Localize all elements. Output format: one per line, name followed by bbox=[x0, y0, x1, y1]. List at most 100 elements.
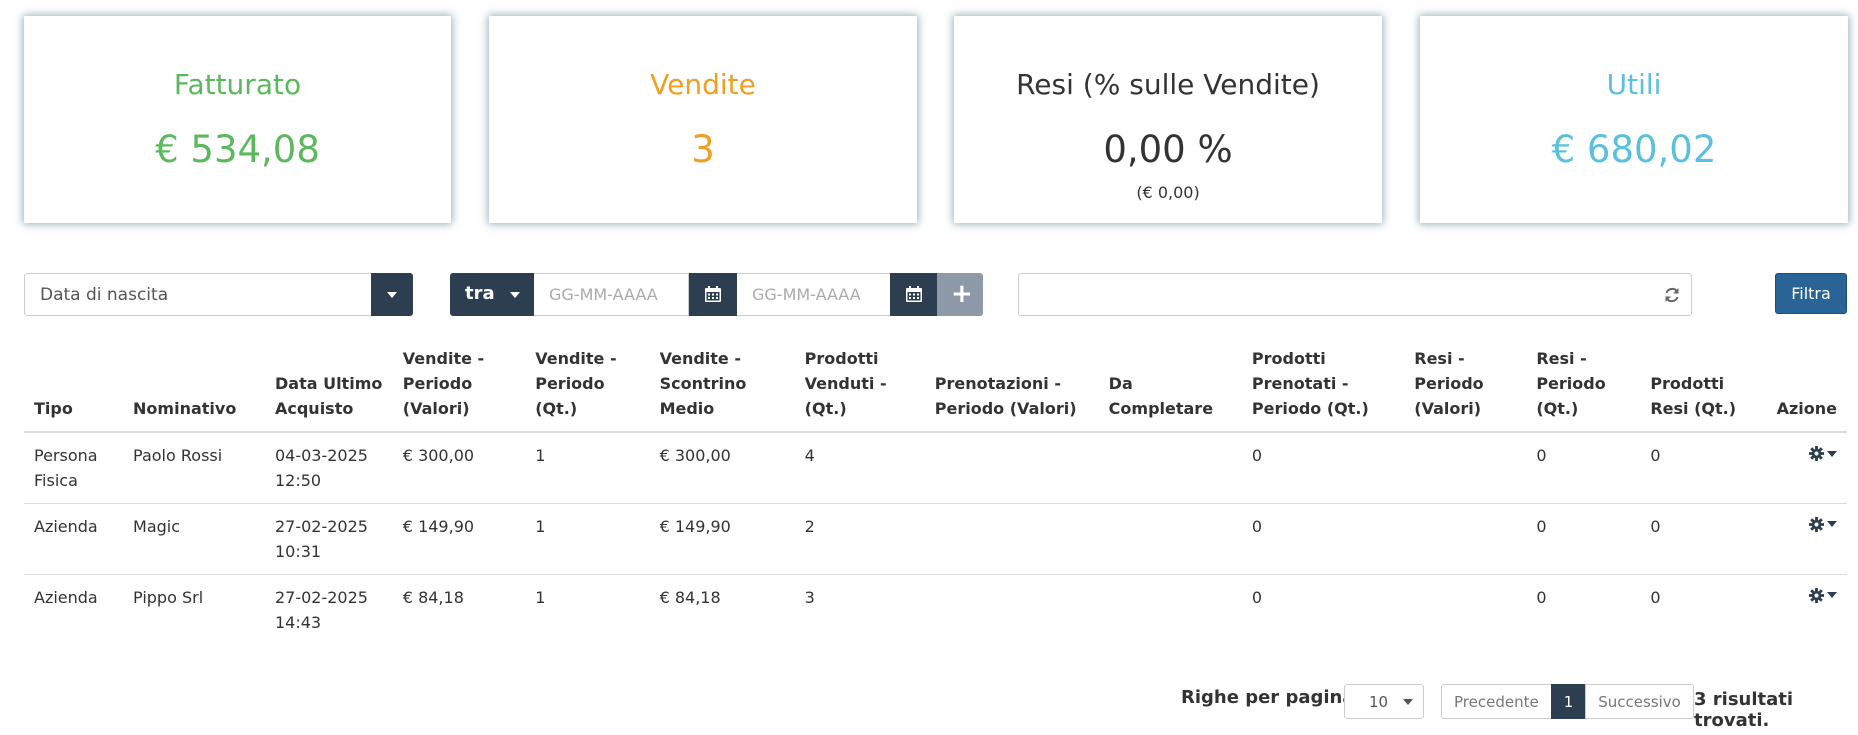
add-filter-button[interactable]: + bbox=[937, 273, 983, 316]
column-header-line: Resi (Qt.) bbox=[1650, 399, 1737, 418]
cell-prod-prenotati: 0 bbox=[1251, 587, 1263, 607]
gear-icon bbox=[1809, 446, 1824, 461]
cell-tipo: Azienda bbox=[24, 503, 124, 575]
cell-nominativo: Magic bbox=[123, 503, 265, 575]
cell-scontrino: € 84,18 bbox=[659, 587, 721, 607]
row-actions-dropdown[interactable] bbox=[1809, 446, 1837, 461]
column-header-line: Nominativo bbox=[133, 399, 237, 418]
kpi-card-resi: Resi (% sulle Vendite) 0,00 % (€ 0,00) bbox=[954, 16, 1382, 223]
column-header-line: Vendite - bbox=[535, 349, 617, 368]
row-actions-dropdown[interactable] bbox=[1809, 516, 1837, 532]
cell-prod-prenotati: 0 bbox=[1241, 432, 1405, 504]
column-header-line: Acquisto bbox=[274, 399, 354, 418]
cell-resi-valori bbox=[1404, 503, 1527, 575]
date-from-calendar-button[interactable] bbox=[689, 273, 737, 316]
column-header-line: Periodo bbox=[1536, 374, 1606, 393]
rows-per-page-label: Righe per pagina bbox=[1181, 687, 1355, 708]
cell-da-completare bbox=[1099, 574, 1242, 645]
column-header-line: Vendite - bbox=[402, 349, 485, 368]
kpi-card-utili: Utili € 680,02 bbox=[1420, 16, 1848, 223]
kpi-card-fatturato: Fatturato € 534,08 bbox=[24, 16, 451, 223]
column-header: Prenotazioni - Periodo (Valori) bbox=[924, 346, 1099, 433]
filter-field-value: Data di nascita bbox=[40, 285, 169, 305]
column-header-line: Data Ultimo bbox=[274, 374, 383, 393]
date-from-input[interactable] bbox=[534, 273, 689, 316]
gear-icon bbox=[1809, 587, 1824, 603]
row-actions-dropdown[interactable] bbox=[1809, 587, 1837, 603]
cell-resi-qt: 0 bbox=[1536, 587, 1547, 607]
page-1-button[interactable]: 1 bbox=[1550, 684, 1587, 719]
column-header-line: Periodo (Valori) bbox=[934, 399, 1077, 418]
cell-line: Persona bbox=[34, 446, 98, 465]
cell-nominativo: Pippo Srl bbox=[133, 587, 204, 607]
column-header: Vendite - Periodo (Qt.) bbox=[525, 346, 650, 433]
column-header-line: Periodo bbox=[535, 374, 605, 393]
results-count: 3 risultati trovati. bbox=[1694, 689, 1794, 731]
column-header-line: Prodotti bbox=[804, 349, 879, 368]
calendar-icon bbox=[906, 286, 922, 302]
column-header-line: Prodotti bbox=[1650, 374, 1725, 393]
cell-prenotazioni bbox=[925, 574, 1099, 645]
kpi-title: Vendite bbox=[650, 68, 756, 101]
kpi-card-vendite: Vendite 3 bbox=[489, 16, 917, 223]
cell-line: Fisica bbox=[34, 471, 78, 490]
caret-down-icon bbox=[1827, 521, 1837, 527]
column-header: Prodotti Venduti - (Qt.) bbox=[794, 346, 925, 433]
date-to-calendar-button[interactable] bbox=[890, 273, 938, 316]
rows-per-page-select[interactable]: 10 bbox=[1344, 684, 1424, 719]
rows-per-page-value: 10 bbox=[1369, 693, 1389, 711]
cell-vend-qt: 1 bbox=[535, 587, 546, 607]
next-page-button[interactable]: Successivo bbox=[1585, 684, 1694, 719]
cell-line: 27-02-2025 bbox=[274, 587, 368, 607]
cell-nominativo: Paolo Rossi bbox=[123, 432, 265, 504]
prev-page-button[interactable]: Precedente bbox=[1441, 684, 1552, 719]
gear-icon bbox=[1809, 516, 1824, 532]
search-input[interactable] bbox=[1018, 273, 1692, 316]
column-header-line: Completare bbox=[1108, 399, 1214, 418]
column-header-line: Da bbox=[1108, 374, 1133, 393]
column-header: Resi - Periodo (Qt.) bbox=[1526, 346, 1641, 433]
kpi-title: Fatturato bbox=[173, 68, 302, 101]
column-header: Vendite - Scontrino Medio bbox=[649, 346, 795, 433]
cell-vend-qt: 1 bbox=[525, 503, 650, 575]
chevron-down-icon bbox=[1403, 699, 1413, 705]
filter-button[interactable]: Filtra bbox=[1775, 273, 1847, 314]
cell-prod-resi: 0 bbox=[1650, 587, 1661, 607]
caret-down-icon bbox=[1827, 592, 1837, 598]
operator-label: tra bbox=[465, 283, 495, 304]
filter-field-select[interactable]: Data di nascita bbox=[24, 273, 413, 316]
cell-vend-valori: € 149,90 bbox=[392, 503, 526, 575]
cell-action bbox=[1754, 574, 1847, 645]
cell-line: 10:31 bbox=[274, 541, 322, 561]
cell-scontrino: € 149,90 bbox=[649, 503, 795, 575]
date-to-input[interactable] bbox=[737, 273, 892, 316]
table-row: Azienda Magic 27-02-2025 10:31 € 149,90 1 € 14… bbox=[24, 503, 1847, 575]
cell-tipo: Azienda bbox=[24, 574, 123, 645]
column-header-line: Resi - bbox=[1414, 349, 1465, 368]
column-header-line: Periodo bbox=[402, 374, 473, 393]
operator-dropdown-button[interactable]: tra bbox=[450, 273, 534, 316]
column-header: Azione bbox=[1754, 346, 1847, 433]
column-header-line: (Qt.) bbox=[535, 399, 578, 418]
column-header: Resi - Periodo (Valori) bbox=[1404, 346, 1527, 433]
column-header: Da Completare bbox=[1098, 346, 1242, 433]
kpi-value: 3 bbox=[691, 128, 715, 171]
kpi-value: € 534,08 bbox=[155, 128, 320, 171]
filter-field-dropdown-button[interactable] bbox=[371, 273, 413, 316]
cell-prod-venduti: 4 bbox=[794, 432, 925, 504]
cell-action bbox=[1754, 432, 1847, 504]
kpi-title: Utili bbox=[1606, 68, 1662, 101]
kpi-value: € 680,02 bbox=[1551, 128, 1717, 171]
refresh-icon[interactable] bbox=[1663, 286, 1681, 304]
cell-resi-qt: 0 bbox=[1526, 432, 1641, 504]
cell-resi-qt: 0 bbox=[1526, 503, 1641, 575]
caret-down-icon bbox=[387, 292, 397, 298]
column-header: Nominativo bbox=[123, 346, 265, 433]
cell-prod-resi: 0 bbox=[1640, 503, 1755, 575]
column-header: Vendite - Periodo (Valori) bbox=[392, 346, 526, 433]
kpi-value: 0,00 % bbox=[1103, 128, 1233, 171]
column-header-line: (Qt.) bbox=[1536, 399, 1579, 418]
table-row: Azienda Pippo Srl 27-02-2025 14:43 € 84,18 1 €… bbox=[24, 574, 1847, 645]
cell-line: 14:43 bbox=[274, 612, 322, 632]
column-header-line: Prenotati - bbox=[1251, 374, 1349, 393]
